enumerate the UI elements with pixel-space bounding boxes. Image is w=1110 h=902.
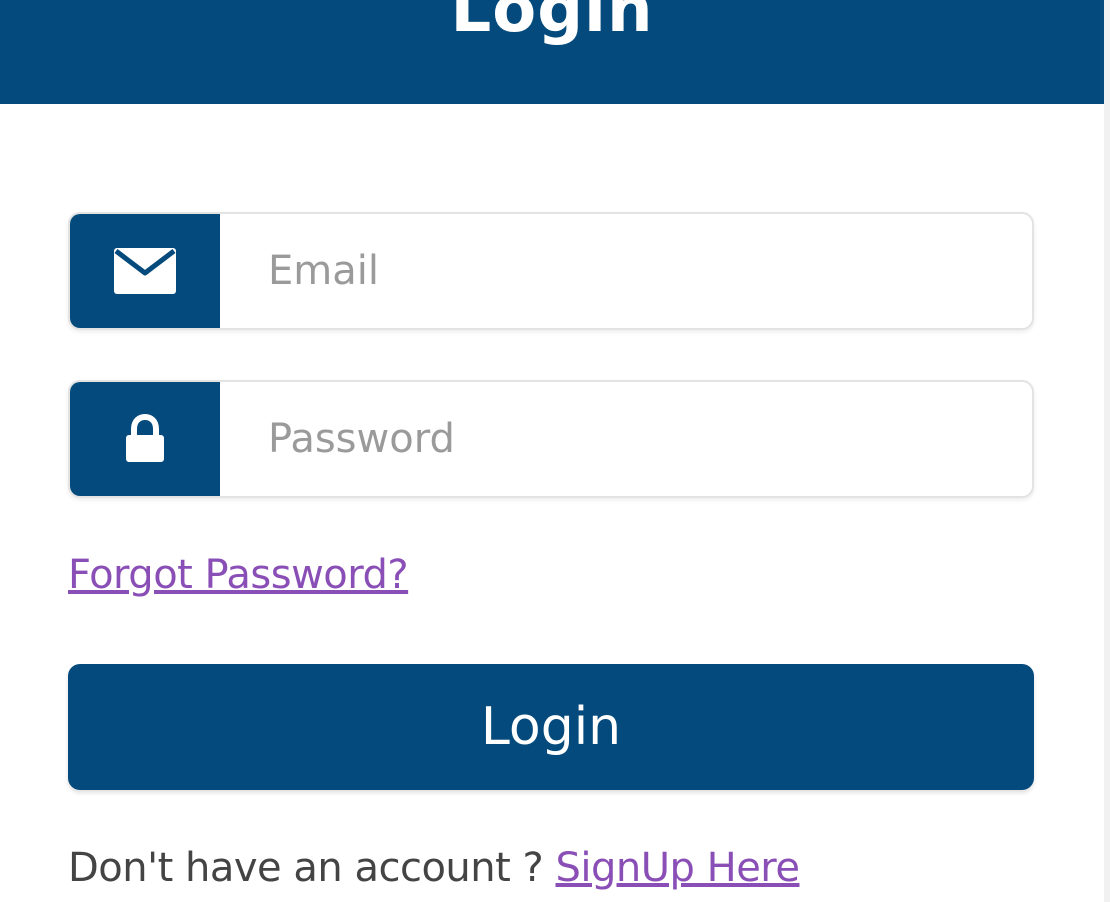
email-icon-box [70,214,220,328]
login-button[interactable]: Login [68,664,1034,790]
password-field[interactable] [68,380,1034,498]
login-page: Login Forgot Password? Login Don't have … [0,0,1110,902]
forgot-password-link[interactable]: Forgot Password? [68,552,409,598]
signup-link[interactable]: SignUp Here [555,845,800,891]
email-field[interactable] [68,212,1034,330]
password-icon-box [70,382,220,496]
password-input[interactable] [220,382,1032,496]
signup-row: Don't have an account ? SignUp Here [68,845,800,891]
page-edge [1104,0,1110,902]
email-input[interactable] [220,214,1032,328]
page-title: Login [450,0,654,47]
envelope-icon [114,248,176,294]
signup-prompt: Don't have an account ? [68,845,544,891]
login-header: Login [0,0,1104,104]
lock-icon [126,414,164,462]
